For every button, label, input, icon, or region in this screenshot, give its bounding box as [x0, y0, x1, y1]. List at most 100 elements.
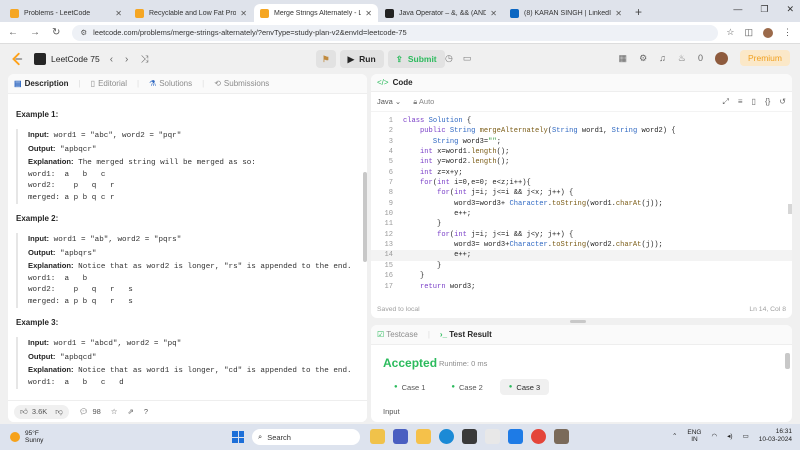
- tab-description[interactable]: ▤ Description: [14, 79, 69, 88]
- tab-editorial[interactable]: ▯ Editorial: [91, 79, 127, 88]
- code-line[interactable]: 1 class Solution {: [371, 116, 792, 126]
- extensions-icon[interactable]: ◫: [744, 27, 753, 38]
- forward-icon[interactable]: →: [30, 27, 40, 38]
- close-tab-icon[interactable]: ✕: [490, 9, 497, 18]
- code-line[interactable]: 12 for(int j=i; j<=i && j<y; j++) {: [371, 230, 792, 240]
- close-icon[interactable]: ✕: [786, 4, 794, 15]
- teams-icon[interactable]: [393, 429, 408, 444]
- case-tab[interactable]: ● Case 1: [385, 379, 434, 395]
- like-button[interactable]: 👍︎ 3.6K 👎︎: [14, 404, 69, 419]
- help-icon[interactable]: ?: [144, 407, 148, 416]
- submit-button[interactable]: ⇪ Submit: [387, 50, 445, 68]
- taskbar-search[interactable]: ⌕ Search: [252, 429, 360, 445]
- code-line[interactable]: 4 int x=word1.length();: [371, 147, 792, 157]
- browser-tab[interactable]: Problems - LeetCode ✕: [4, 4, 128, 22]
- case-tab[interactable]: ● Case 2: [442, 379, 491, 395]
- code-line[interactable]: 11 }: [371, 219, 792, 229]
- notes-icon[interactable]: ▭: [463, 53, 472, 64]
- debug-button[interactable]: ⚑: [316, 50, 336, 68]
- code-line[interactable]: 7 for(int i=0,e=0; e<z;i++){: [371, 178, 792, 188]
- clock[interactable]: 16:31 10-03-2024: [759, 428, 792, 444]
- edge-icon[interactable]: [439, 429, 454, 444]
- back-icon[interactable]: ←: [8, 27, 18, 38]
- language-select[interactable]: Java ⌄: [377, 97, 401, 106]
- close-tab-icon[interactable]: ✕: [615, 9, 622, 18]
- new-tab-button[interactable]: +: [635, 5, 642, 19]
- tab-submissions[interactable]: ⟲ Submissions: [214, 79, 269, 88]
- reload-icon[interactable]: ↻: [52, 27, 60, 38]
- code-line[interactable]: 5 int y=word2.length();: [371, 157, 792, 167]
- tab-testcase[interactable]: ☑ Testcase: [377, 330, 418, 339]
- code-line[interactable]: 6 int z=x+y;: [371, 168, 792, 178]
- run-button[interactable]: ▶ Run: [339, 50, 384, 68]
- profile-avatar[interactable]: [763, 27, 773, 38]
- tab-solutions[interactable]: ⚗ Solutions: [149, 79, 192, 88]
- share-icon[interactable]: ⇗: [128, 407, 134, 416]
- code-line[interactable]: 3 String word3="";: [371, 137, 792, 147]
- browser-tab[interactable]: Java Operator – &, && (AND) ||✕: [379, 4, 503, 22]
- wifi-icon[interactable]: ◠: [711, 432, 717, 440]
- problem-list-link[interactable]: LeetCode 75: [34, 53, 100, 65]
- url-field[interactable]: ⚙ leetcode.com/problems/merge-strings-al…: [72, 24, 719, 41]
- browser-tab[interactable]: Merge Strings Alternately - LeetCode✕: [254, 4, 378, 22]
- weather-widget[interactable]: 95°F Sunny: [10, 430, 43, 445]
- comments-button[interactable]: 💬︎ 98: [79, 407, 101, 416]
- leetcode-logo-icon[interactable]: [10, 52, 24, 66]
- browser-tab[interactable]: (8) KARAN SINGH | LinkedIn ✕: [504, 4, 628, 22]
- prev-problem-icon[interactable]: ‹: [110, 54, 113, 65]
- app-icon[interactable]: [554, 429, 569, 444]
- windows-start-icon[interactable]: [232, 431, 244, 443]
- close-tab-icon[interactable]: ✕: [240, 9, 247, 18]
- chrome-icon[interactable]: [531, 429, 546, 444]
- user-avatar[interactable]: [714, 51, 728, 65]
- browser-tab[interactable]: Recyclable and Low Fat Products✕: [129, 4, 253, 22]
- test-scrollbar[interactable]: [785, 353, 790, 369]
- panel-resize-handle[interactable]: [570, 320, 586, 323]
- code-line[interactable]: 8 for(int j=i; j<=i && j<x; j++) {: [371, 188, 792, 198]
- reset-icon[interactable]: ↺: [779, 97, 786, 107]
- code-line[interactable]: 15 }: [371, 261, 792, 271]
- code-line[interactable]: 9 word3=word3+ Character.toString(word1.…: [371, 199, 792, 209]
- widgets-icon[interactable]: [370, 429, 385, 444]
- timer-icon[interactable]: ◷: [445, 53, 453, 64]
- premium-button[interactable]: Premium: [739, 50, 790, 66]
- minimize-icon[interactable]: —: [733, 4, 742, 15]
- tab-test-result[interactable]: ›_ Test Result: [440, 330, 492, 339]
- file-explorer-icon[interactable]: [416, 429, 431, 444]
- battery-icon[interactable]: ▭: [743, 432, 749, 440]
- code-line[interactable]: 16 }: [371, 271, 792, 281]
- auto-mode-toggle[interactable]: 🔒︎ Auto: [413, 97, 434, 107]
- streak-icon[interactable]: ♨: [678, 53, 686, 64]
- dropbox-icon[interactable]: [508, 429, 523, 444]
- close-tab-icon[interactable]: ✕: [115, 9, 122, 18]
- amazon-icon[interactable]: [485, 429, 500, 444]
- bookmark-star-icon[interactable]: ☆: [726, 27, 734, 38]
- language-indicator[interactable]: ENG IN: [687, 429, 701, 444]
- layout-icon[interactable]: ▦: [619, 53, 628, 64]
- settings-icon[interactable]: ⚙: [639, 53, 647, 64]
- code-line[interactable]: 2 public String mergeAlternately(String …: [371, 126, 792, 136]
- code-scrollbar[interactable]: [788, 204, 792, 214]
- code-editor[interactable]: 1 class Solution {2 public String mergeAl…: [371, 116, 792, 296]
- speaker-icon[interactable]: ◂): [727, 432, 732, 440]
- case-tab[interactable]: ● Case 3: [499, 379, 550, 395]
- close-tab-icon[interactable]: ✕: [365, 9, 372, 18]
- braces-icon[interactable]: {}: [765, 97, 770, 107]
- bookmark-icon[interactable]: ▯: [752, 97, 756, 107]
- code-line[interactable]: 13 word3= word3+Character.toString(word2…: [371, 240, 792, 250]
- chevron-up-icon[interactable]: ⌃: [672, 432, 677, 440]
- favorite-star-icon[interactable]: ☆: [111, 407, 118, 416]
- code-line[interactable]: 10 e++;: [371, 209, 792, 219]
- expand-icon[interactable]: ⤢: [722, 97, 728, 107]
- next-problem-icon[interactable]: ›: [125, 54, 128, 65]
- site-info-icon[interactable]: ⚙: [80, 28, 87, 37]
- description-scrollbar[interactable]: [363, 102, 367, 402]
- menu-icon[interactable]: ⋮: [783, 27, 792, 38]
- code-line[interactable]: 14 e++;: [371, 250, 792, 261]
- maximize-icon[interactable]: ❐: [760, 4, 768, 15]
- thumbs-down-icon[interactable]: 👎︎: [55, 407, 63, 417]
- shuffle-icon[interactable]: ⤨: [140, 54, 148, 65]
- scrollbar-thumb[interactable]: [363, 172, 367, 262]
- format-icon[interactable]: ≡: [738, 97, 743, 107]
- notifications-icon[interactable]: ♫: [659, 53, 666, 63]
